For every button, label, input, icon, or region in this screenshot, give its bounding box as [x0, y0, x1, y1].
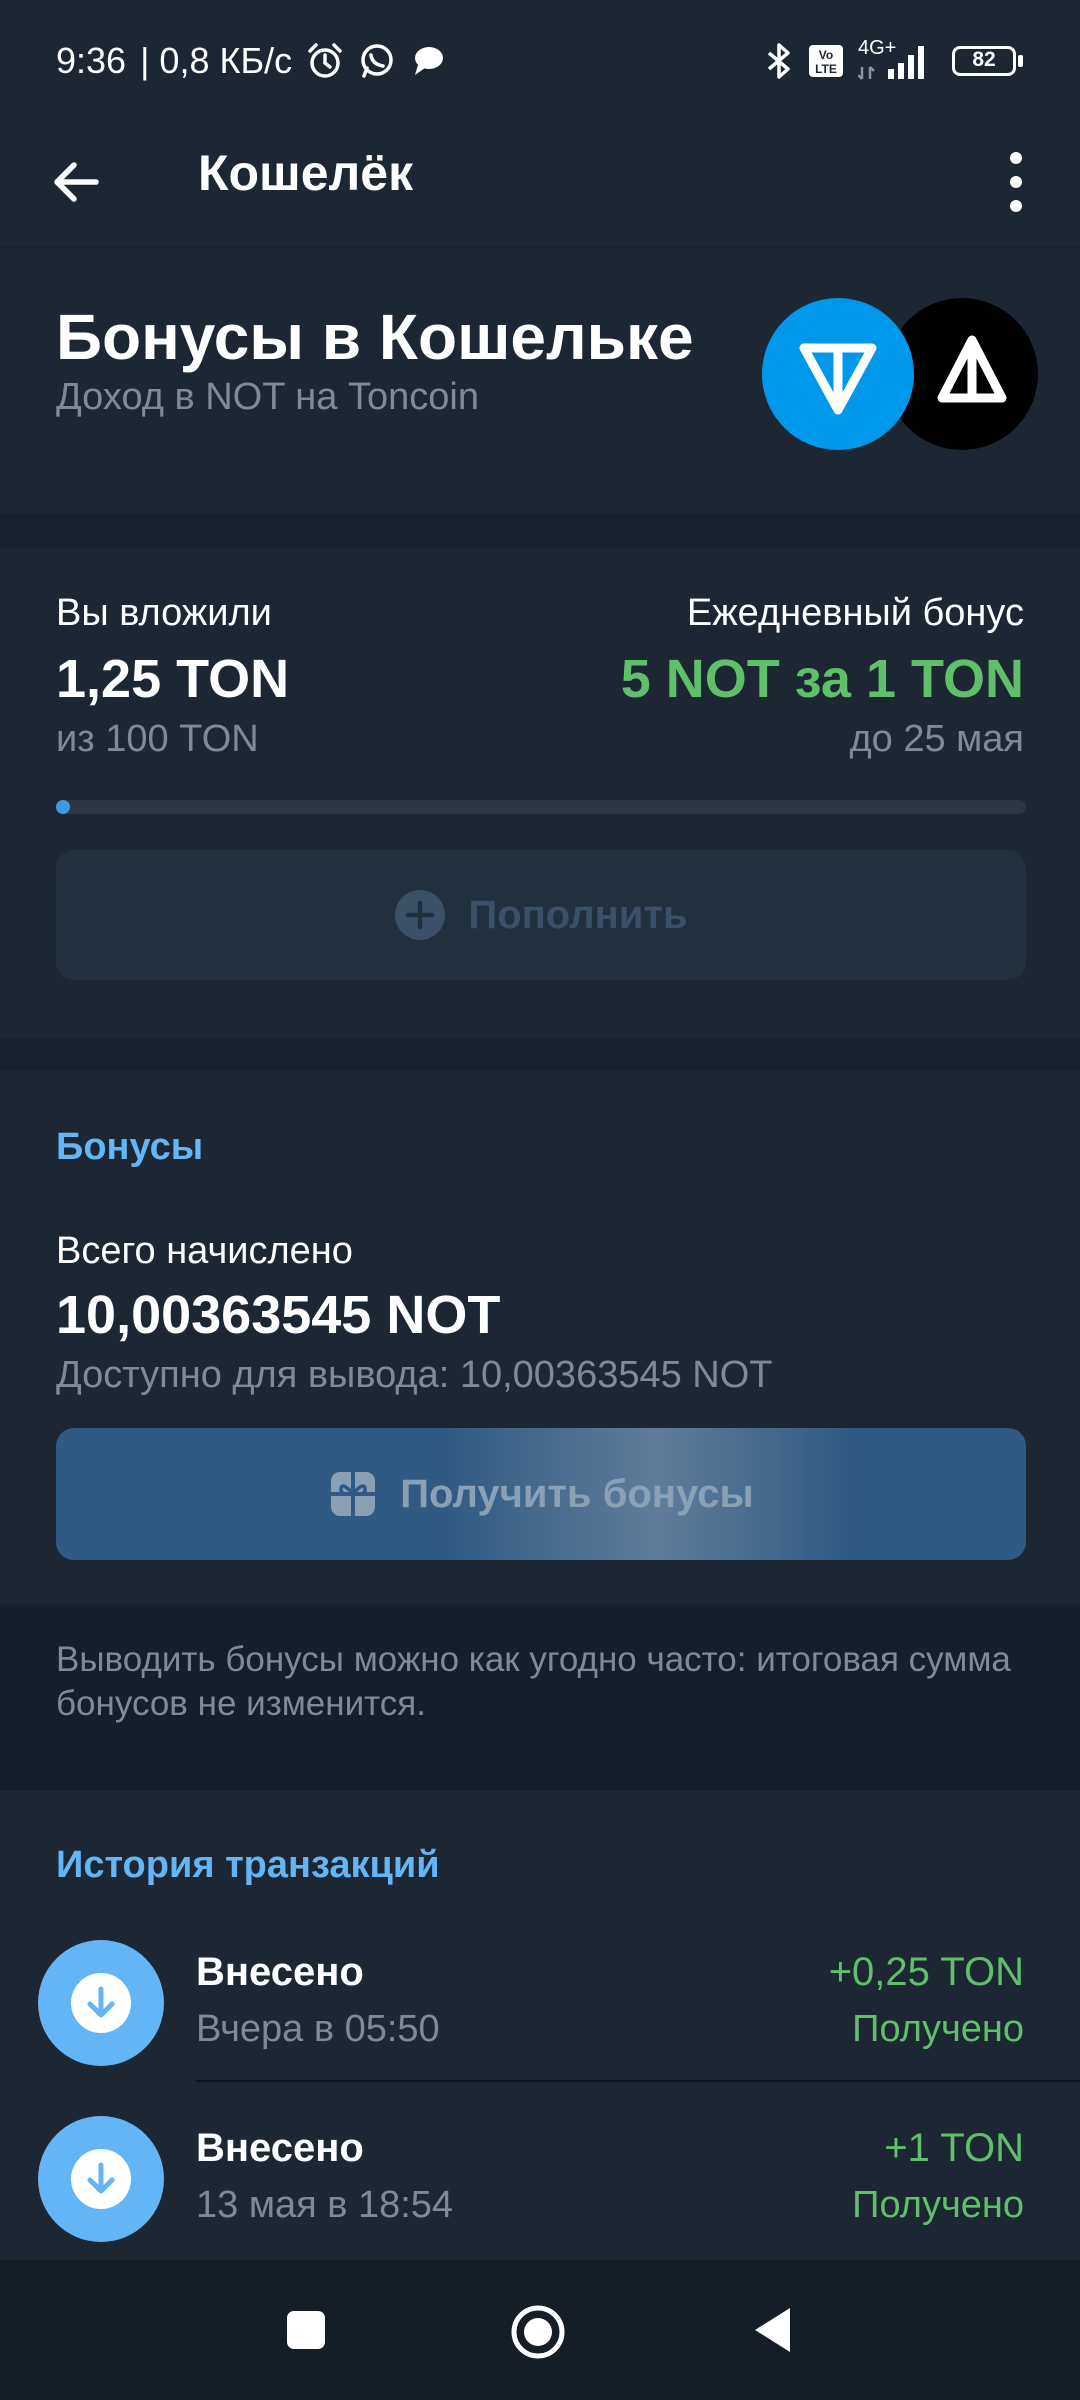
- more-options-icon[interactable]: [992, 144, 1040, 220]
- invested-amount: 1,25 TON: [56, 649, 290, 709]
- toncoin-logo-icon: [762, 298, 914, 450]
- deposit-icon: [38, 1940, 164, 2066]
- status-bar: 9:36 | 0,8 КБ/с Vo LTE 4G+ 82: [0, 0, 1080, 122]
- signal-group: 4G+: [858, 37, 930, 81]
- svg-text:Vo: Vo: [819, 48, 833, 62]
- investment-progress-bar: [56, 800, 1026, 814]
- system-navigation-bar: [0, 2260, 1080, 2400]
- transaction-title: Внесено: [196, 2126, 364, 2170]
- history-section-title: История транзакций: [56, 1844, 440, 1886]
- app-bar: Кошелёк: [0, 122, 1080, 246]
- status-time: 9:36: [56, 40, 127, 81]
- transaction-amount: +1 TON: [884, 2126, 1024, 2170]
- daily-bonus-rate: 5 NOT за 1 TON: [620, 649, 1024, 709]
- battery-level: 82: [972, 48, 996, 71]
- gift-icon: [331, 1472, 376, 1516]
- home-icon[interactable]: [510, 2304, 566, 2360]
- transaction-date: Вчера в 05:50: [196, 2008, 440, 2050]
- divider: [196, 2080, 1080, 2082]
- bluetooth-icon: [767, 43, 790, 79]
- transaction-date: 13 мая в 18:54: [196, 2184, 454, 2226]
- alarm-icon: [308, 43, 342, 78]
- invested-of-total: из 100 TON: [56, 718, 259, 760]
- progress-fill: [56, 800, 70, 814]
- get-bonuses-label: Получить бонусы: [400, 1471, 754, 1516]
- plus-circle-icon: [395, 890, 446, 940]
- status-right: Vo LTE 4G+ 82: [764, 37, 1024, 81]
- bonuses-section-title: Бонусы: [56, 1126, 204, 1168]
- battery-icon: 82: [952, 44, 1024, 78]
- total-accrued-value: 10,00363545 NOT: [56, 1285, 501, 1345]
- transaction-status: Получено: [852, 2184, 1024, 2226]
- deposit-icon: [38, 2116, 164, 2242]
- status-left: 9:36 | 0,8 КБ/с: [56, 40, 446, 82]
- transaction-row[interactable]: Внесено 13 мая в 18:54 +1 TON Получено: [0, 2106, 1080, 2282]
- investment-card: Вы вложили 1,25 TON из 100 TON Ежедневны…: [0, 548, 1080, 1038]
- whatsapp-icon: [361, 44, 393, 78]
- topup-button[interactable]: Пополнить: [56, 850, 1026, 980]
- withdraw-note: Выводить бонусы можно как угодно часто: …: [0, 1606, 1080, 1792]
- daily-bonus-label: Ежедневный бонус: [686, 592, 1024, 634]
- bonuses-card: Бонусы Всего начислено 10,00363545 NOT Д…: [0, 1070, 1080, 1604]
- withdraw-note-text: Выводить бонусы можно как угодно часто: …: [56, 1640, 1011, 1723]
- hero-title: Бонусы в Кошельке: [56, 301, 694, 373]
- back-triangle-icon[interactable]: [752, 2306, 792, 2354]
- signal-icon: [858, 46, 924, 80]
- transaction-status: Получено: [852, 2008, 1024, 2050]
- hero-subtitle: Доход в NOT на Toncoin: [56, 376, 479, 418]
- daily-bonus-until: до 25 мая: [849, 718, 1024, 760]
- svg-text:LTE: LTE: [815, 62, 837, 76]
- total-accrued-label: Всего начислено: [56, 1230, 353, 1272]
- transaction-title: Внесено: [196, 1950, 364, 1994]
- chat-icon: [415, 47, 444, 75]
- available-withdraw: Доступно для вывода: 10,00363545 NOT: [56, 1354, 773, 1396]
- page-title: Кошелёк: [198, 145, 414, 201]
- get-bonuses-button[interactable]: Получить бонусы: [56, 1428, 1026, 1560]
- status-speed: | 0,8 КБ/с: [140, 40, 293, 81]
- back-arrow-icon[interactable]: [48, 152, 108, 212]
- transaction-amount: +0,25 TON: [828, 1950, 1024, 1994]
- volte-icon: Vo LTE: [809, 45, 843, 77]
- transaction-history-card: История транзакций Внесено Вчера в 05:50…: [0, 1790, 1080, 2260]
- hero-card: Бонусы в Кошельке Доход в NOT на Toncoin: [0, 248, 1080, 514]
- recent-apps-icon[interactable]: [286, 2310, 326, 2350]
- topup-button-label: Пополнить: [468, 892, 688, 937]
- invested-label: Вы вложили: [56, 592, 272, 634]
